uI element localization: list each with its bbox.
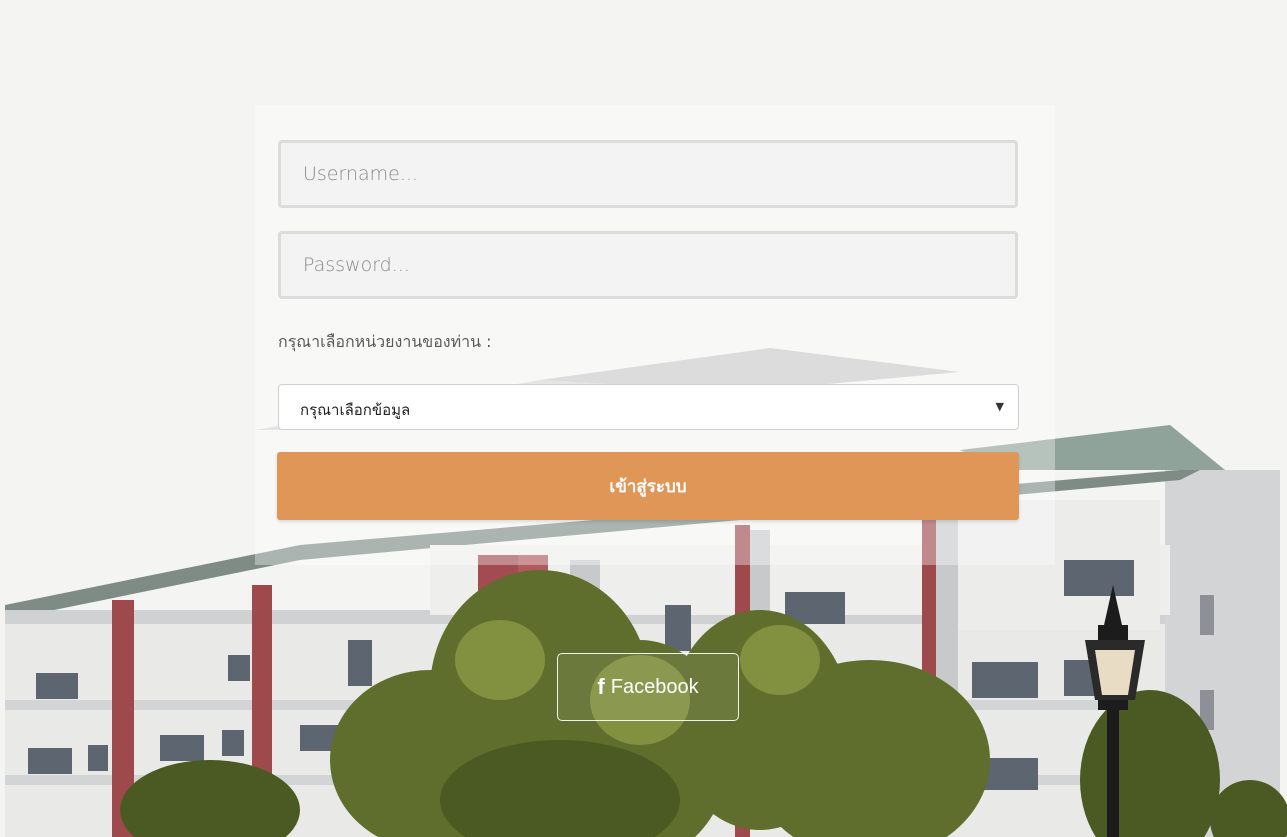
facebook-label: Facebook: [610, 675, 699, 698]
password-input[interactable]: [278, 231, 1018, 299]
chevron-down-icon: ▼: [995, 400, 1004, 413]
login-page: กรุณาเลือกหน่วยงานของท่าน : กรุณาเลือกข้…: [0, 0, 1287, 837]
unit-select-value: กรุณาเลือกข้อมูล: [300, 401, 411, 419]
unit-select-label: กรุณาเลือกหน่วยงานของท่าน :: [278, 332, 492, 351]
username-input[interactable]: [278, 140, 1018, 208]
facebook-button[interactable]: f Facebook: [557, 653, 739, 721]
login-button[interactable]: เข้าสู่ระบบ: [277, 452, 1019, 520]
facebook-icon: f: [597, 674, 605, 699]
unit-select[interactable]: กรุณาเลือกข้อมูล ▼: [278, 384, 1019, 430]
